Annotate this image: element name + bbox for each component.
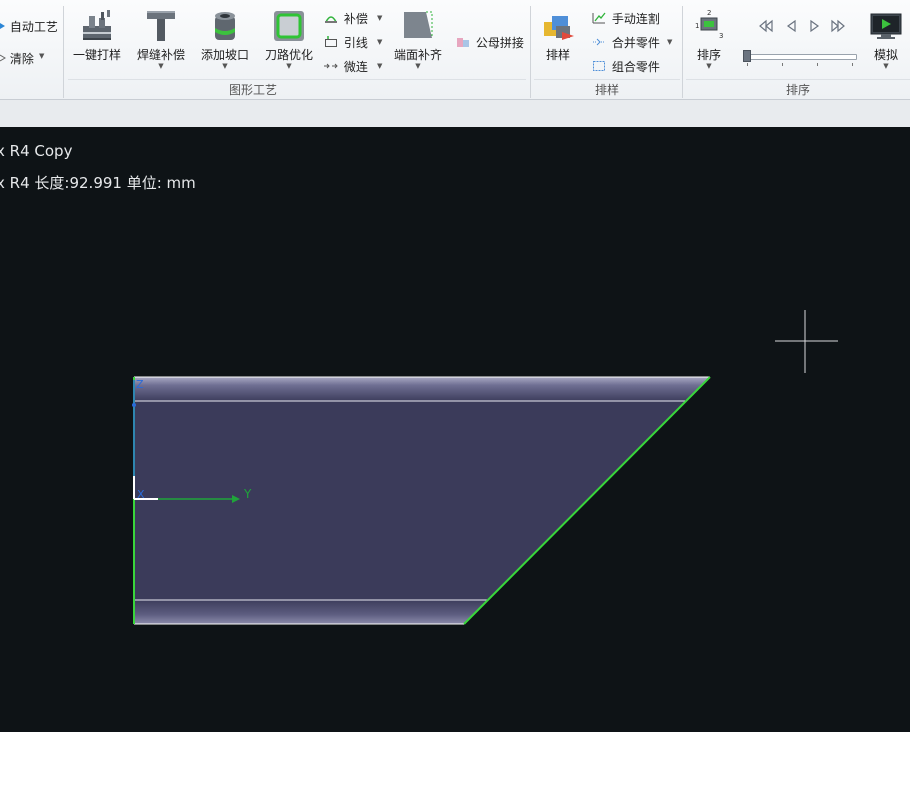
combine-parts-icon xyxy=(592,59,606,71)
manual-cut-icon xyxy=(592,11,606,24)
skip-to-start-icon[interactable] xyxy=(758,19,774,37)
combine-parts-button[interactable]: 组合零件 xyxy=(592,58,660,76)
t-beam-icon xyxy=(143,8,179,44)
slider-thumb[interactable] xyxy=(743,50,751,62)
top-flange-band xyxy=(134,377,710,401)
sort-order-icon: 2 1 3 xyxy=(693,8,725,44)
compensation-dropdown-arrow[interactable]: ▼ xyxy=(377,14,382,22)
separator xyxy=(682,6,683,98)
step-forward-icon[interactable] xyxy=(809,19,821,37)
weld-comp-dropdown-arrow[interactable]: ▼ xyxy=(134,62,188,70)
bottom-flange-band xyxy=(134,600,488,624)
part-body-shape[interactable] xyxy=(134,377,710,624)
toolpath-opt-dropdown-arrow[interactable]: ▼ xyxy=(262,62,316,70)
sort-button[interactable]: 2 1 3 排序 ▼ xyxy=(690,8,728,70)
male-female-joint-icon xyxy=(456,35,470,47)
pipe-bevel-icon xyxy=(207,8,243,44)
simulate-button[interactable]: 模拟 ▼ xyxy=(866,8,906,70)
add-bevel-button[interactable]: 添加坡口 ▼ xyxy=(198,8,252,70)
sort-icon-digit: 1 xyxy=(695,22,699,30)
separator xyxy=(530,6,531,98)
cad-canvas[interactable]: Y X Z xyxy=(0,127,910,732)
auto-process-icon xyxy=(0,19,6,31)
end-face-align-dropdown-arrow[interactable]: ▼ xyxy=(390,62,446,70)
monitor-play-icon xyxy=(869,8,903,44)
one-click-sample-button[interactable]: 一键打样 xyxy=(70,8,124,62)
nesting-button[interactable]: 排样 xyxy=(536,8,580,62)
toolpath-opt-button[interactable]: 刀路优化 ▼ xyxy=(262,8,316,70)
compensation-icon xyxy=(324,11,338,23)
auto-process-button[interactable]: 自动工艺 xyxy=(0,18,58,36)
clear-icon xyxy=(0,51,6,63)
nesting-blocks-icon xyxy=(540,8,576,44)
compensation-button[interactable]: 补偿 xyxy=(324,10,368,28)
separator xyxy=(63,6,64,98)
z-axis-label: Z xyxy=(136,378,144,391)
z-axis-point xyxy=(132,403,136,407)
sort-dropdown-arrow[interactable]: ▼ xyxy=(690,62,728,70)
y-axis-label: Y xyxy=(243,487,252,501)
cad-viewport[interactable]: x R4 Copy x R4 长度:92.991 单位: mm Y X Z xyxy=(0,127,910,732)
manual-cut-button[interactable]: 手动连割 xyxy=(592,10,660,28)
lead-line-dropdown-arrow[interactable]: ▼ xyxy=(377,38,382,46)
blank-area xyxy=(0,732,910,785)
end-face-icon xyxy=(402,8,434,44)
clear-button[interactable]: 清除 xyxy=(0,50,34,68)
sort-icon-digit: 3 xyxy=(719,32,723,40)
simulate-dropdown-arrow[interactable]: ▼ xyxy=(866,62,906,70)
sort-icon-digit: 2 xyxy=(707,9,711,17)
sample-machine-icon xyxy=(79,8,115,44)
add-bevel-dropdown-arrow[interactable]: ▼ xyxy=(198,62,252,70)
merge-parts-icon xyxy=(592,35,606,47)
weld-comp-button[interactable]: 焊缝补偿 ▼ xyxy=(134,8,188,70)
sort-progress-slider[interactable] xyxy=(745,54,857,60)
micro-joint-button[interactable]: 微连 xyxy=(324,58,368,76)
skip-to-end-icon[interactable] xyxy=(830,19,846,37)
graphics-group-label: 图形工艺 xyxy=(228,83,277,97)
nesting-group-label: 排样 xyxy=(594,83,619,97)
male-female-joint-button[interactable]: 公母拼接 xyxy=(456,34,524,52)
toolpath-square-icon xyxy=(271,8,307,44)
step-back-icon[interactable] xyxy=(785,19,797,37)
lead-line-button[interactable]: 引线 xyxy=(324,34,368,52)
merge-parts-dropdown-arrow[interactable]: ▼ xyxy=(667,38,672,46)
micro-joint-dropdown-arrow[interactable]: ▼ xyxy=(377,62,382,70)
ribbon-toolbar: 自动工艺 清除 ▼ 一键打样 焊缝补偿 ▼ 添加坡口 ▼ 刀路优化 ▼ 补偿 ▼… xyxy=(0,0,910,100)
end-face-align-button[interactable]: 端面补齐 ▼ xyxy=(390,8,446,70)
merge-parts-button[interactable]: 合并零件 xyxy=(592,34,660,52)
micro-joint-icon xyxy=(324,59,338,71)
lead-line-icon xyxy=(324,35,338,47)
x-axis-label: X xyxy=(137,488,145,501)
clear-dropdown-arrow[interactable]: ▼ xyxy=(39,52,44,60)
sub-toolbar-strip xyxy=(0,100,910,128)
sort-group-label: 排序 xyxy=(785,83,810,97)
